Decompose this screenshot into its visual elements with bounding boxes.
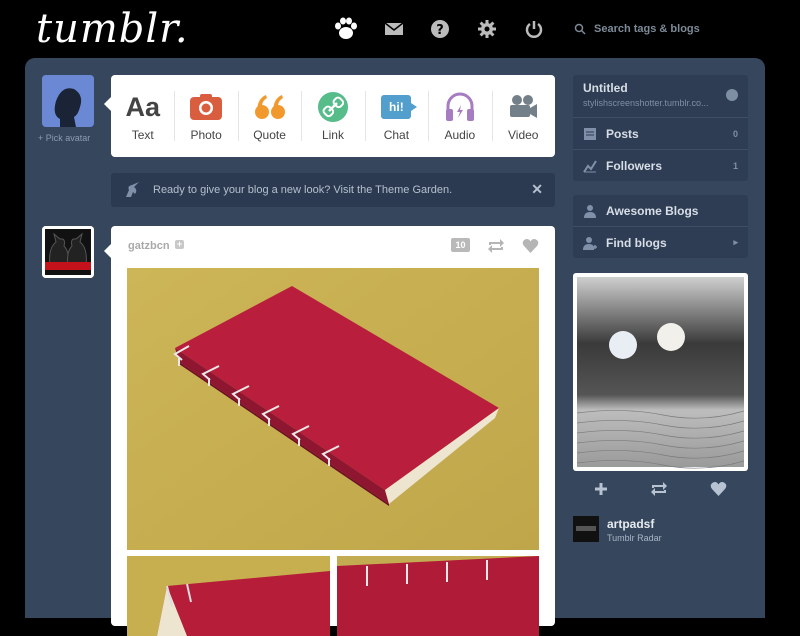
note-count[interactable]: 10 [451,238,470,252]
mail-icon[interactable] [379,14,409,44]
post-username[interactable]: gatzbcn [128,240,170,252]
radar-source: Tumblr Radar [607,533,662,543]
blog-box: Untitled stylishscreenshotter.tumblr.co.… [573,75,748,181]
link-icon [317,92,348,122]
close-icon[interactable]: ✕ [531,181,543,198]
notice-text: Ready to give your blog a new look? Visi… [153,184,453,196]
chart-icon [583,159,597,173]
sidebar-item-label: Awesome Blogs [606,203,699,218]
post-type-label: Photo [190,128,222,142]
post-type-chat[interactable]: hi! Chat [364,75,428,157]
post-card: gatzbcn + 10 [104,226,555,636]
chat-icon: hi! [381,95,418,119]
heart-icon[interactable] [710,481,727,497]
radar-blog[interactable]: artpadsf Tumblr Radar [573,515,748,545]
post-composer: Aa Text Photo Quote Link hi! Chat Audio … [104,75,555,157]
post-photo-tertiary[interactable] [337,556,539,636]
power-icon[interactable] [519,14,549,44]
add-person-icon [583,236,597,250]
radar-image[interactable] [573,273,748,471]
unicorn-icon [126,182,139,197]
radar-actions [573,478,748,500]
post-type-label: Link [321,128,344,142]
headphones-icon [445,92,474,121]
blog-selector[interactable]: Untitled stylishscreenshotter.tumblr.co.… [573,75,748,117]
sidebar-item-posts[interactable]: Posts 0 [573,117,748,149]
post-type-video[interactable]: Video [491,75,555,157]
pick-avatar-link[interactable]: + Pick avatar [38,133,90,143]
search-icon [574,23,586,35]
heart-icon[interactable] [522,238,539,254]
post-type-label: Video [508,128,539,142]
sidebar-item-label: Followers [606,158,663,173]
posts-count: 0 [732,128,738,139]
post-type-label: Text [131,128,154,142]
tumblr-logo[interactable]: tumblr. [36,6,189,52]
post-type-label: Audio [444,128,476,142]
blog-title: Untitled [583,81,628,95]
post-type-audio[interactable]: Audio [428,75,491,157]
blog-url: stylishscreenshotter.tumblr.co... [583,98,709,108]
post-author-avatar[interactable] [42,226,94,278]
svg-text:?: ? [436,23,444,38]
posts-icon [584,127,596,140]
chevron-right-icon: ▸ [733,237,738,247]
search-placeholder: Search tags & blogs [594,23,700,35]
person-icon [584,204,596,218]
post-type-text[interactable]: Aa Text [111,75,174,157]
radar-blog-avatar[interactable] [573,516,599,542]
top-bar: tumblr. ? Search tags & blogs [0,0,800,58]
gear-icon[interactable] [472,14,502,44]
post-type-quote[interactable]: Quote [237,75,301,157]
text-icon: Aa [125,91,160,122]
chevron-down-icon[interactable] [726,89,738,101]
follow-button[interactable]: + [175,240,184,249]
paw-icon[interactable] [331,14,361,44]
sidebar-item-awesome-blogs[interactable]: Awesome Blogs [573,195,748,226]
help-icon[interactable]: ? [425,14,455,44]
theme-garden-notice[interactable]: Ready to give your blog a new look? Visi… [111,173,555,207]
reblog-icon[interactable] [650,481,668,497]
followers-count: 1 [732,160,738,171]
plus-icon[interactable] [594,482,608,496]
search-input[interactable]: Search tags & blogs [574,18,774,40]
post-type-label: Chat [383,128,410,142]
post-type-link[interactable]: Link [301,75,364,157]
post-type-photo[interactable]: Photo [174,75,237,157]
post-photo-secondary[interactable] [127,556,330,636]
discover-box: Awesome Blogs Find blogs ▸ [573,195,748,258]
post-type-label: Quote [253,128,286,142]
sidebar-item-label: Find blogs [606,235,667,250]
user-avatar[interactable] [42,75,94,127]
camera-icon [190,94,223,120]
sidebar-item-followers[interactable]: Followers 1 [573,149,748,181]
post-photo[interactable] [127,268,539,550]
reblog-icon[interactable] [487,238,505,254]
sidebar-item-find-blogs[interactable]: Find blogs ▸ [573,226,748,258]
sidebar-item-label: Posts [606,126,639,141]
quote-icon [254,95,285,119]
video-camera-icon [510,95,538,118]
radar-blog-name[interactable]: artpadsf [607,517,654,531]
